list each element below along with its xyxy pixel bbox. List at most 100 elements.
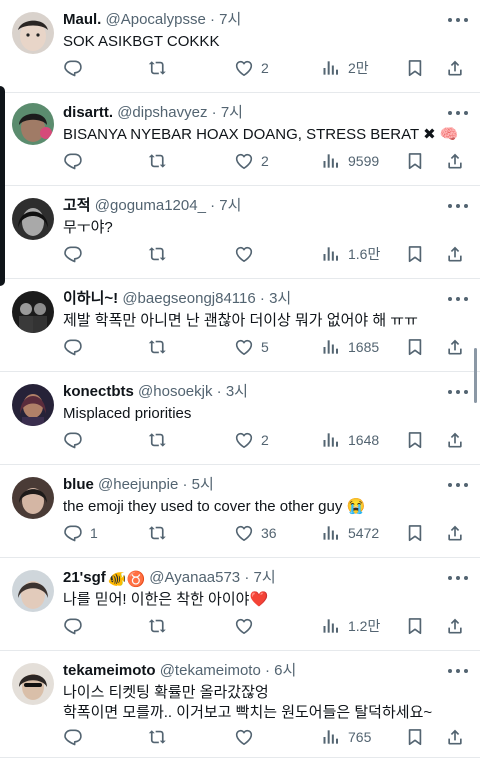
separator-dot: · <box>216 383 222 400</box>
retweet-button[interactable] <box>148 522 168 544</box>
user-handle[interactable]: @dipshavyez <box>117 104 207 121</box>
user-handle[interactable]: @goguma1204_ <box>95 197 206 214</box>
tweet[interactable]: Maul. @Apocalypsse · 7시 SOK ASIKBGT COKKK… <box>0 0 480 93</box>
views-button[interactable]: 1.2만 <box>321 615 380 637</box>
avatar[interactable] <box>12 477 54 519</box>
timestamp[interactable]: 5시 <box>192 476 214 493</box>
share-button[interactable] <box>445 57 465 79</box>
share-icon <box>445 727 465 747</box>
timestamp[interactable]: 7시 <box>254 569 276 586</box>
display-name[interactable]: blue <box>63 476 94 493</box>
scrollbar[interactable] <box>474 348 477 403</box>
avatar[interactable] <box>12 570 54 612</box>
more-icon[interactable] <box>448 291 468 307</box>
timestamp[interactable]: 7시 <box>219 197 241 214</box>
retweet-button[interactable] <box>148 150 168 172</box>
bookmark-button[interactable] <box>405 336 425 358</box>
more-icon[interactable] <box>448 198 468 214</box>
more-icon[interactable] <box>448 384 468 400</box>
user-handle[interactable]: @Ayanaa573 <box>149 569 240 586</box>
display-name[interactable]: Maul. <box>63 11 101 28</box>
user-handle[interactable]: @baegseongj84116 <box>122 290 255 307</box>
views-button[interactable]: 9599 <box>321 150 379 172</box>
retweet-button[interactable] <box>148 726 168 748</box>
timestamp[interactable]: 3시 <box>226 383 248 400</box>
share-button[interactable] <box>445 726 465 748</box>
share-button[interactable] <box>445 150 465 172</box>
display-name[interactable]: 21'sgf <box>63 569 106 586</box>
share-button[interactable] <box>445 615 465 637</box>
avatar[interactable] <box>12 103 54 145</box>
more-icon[interactable] <box>448 105 468 121</box>
share-button[interactable] <box>445 243 465 265</box>
share-button[interactable] <box>445 429 465 451</box>
views-button[interactable]: 1.6만 <box>321 243 380 265</box>
tweet[interactable]: tekameimoto @tekameimoto · 6시 나이스 티켓팅 확률만… <box>0 651 480 758</box>
bookmark-button[interactable] <box>405 243 425 265</box>
user-handle[interactable]: @hosoekjk <box>138 383 212 400</box>
avatar[interactable] <box>12 663 54 705</box>
avatar[interactable] <box>12 384 54 426</box>
display-name[interactable]: tekameimoto <box>63 662 156 679</box>
like-button[interactable]: 2 <box>234 57 269 79</box>
timestamp[interactable]: 7시 <box>221 104 243 121</box>
reply-button[interactable] <box>63 243 83 265</box>
like-button[interactable]: 2 <box>234 150 269 172</box>
reply-button[interactable]: 1 <box>63 522 98 544</box>
bookmark-button[interactable] <box>405 726 425 748</box>
bookmark-button[interactable] <box>405 615 425 637</box>
retweet-button[interactable] <box>148 57 168 79</box>
tweet[interactable]: blue @heejunpie · 5시 the emoji they used … <box>0 465 480 558</box>
more-icon[interactable] <box>448 12 468 28</box>
tweet[interactable]: 21'sgf 🐠♉ @Ayanaa573 · 7시 나를 믿어! 이한은 착한 아이… <box>0 558 480 651</box>
like-button[interactable] <box>234 726 254 748</box>
views-button[interactable]: 2만 <box>321 57 369 79</box>
bookmark-button[interactable] <box>405 150 425 172</box>
bookmark-button[interactable] <box>405 429 425 451</box>
views-button[interactable]: 5472 <box>321 522 379 544</box>
separator-dot: · <box>210 197 216 214</box>
bookmark-button[interactable] <box>405 57 425 79</box>
reply-button[interactable] <box>63 615 83 637</box>
timestamp[interactable]: 6시 <box>274 662 296 679</box>
tweet[interactable]: konectbts @hosoekjk · 3시 Misplaced priori… <box>0 372 480 465</box>
retweet-button[interactable] <box>148 615 168 637</box>
avatar[interactable] <box>12 198 54 240</box>
display-name[interactable]: 고적 <box>63 197 91 214</box>
like-button[interactable] <box>234 243 254 265</box>
more-icon[interactable] <box>448 570 468 586</box>
share-button[interactable] <box>445 522 465 544</box>
user-handle[interactable]: @Apocalypsse <box>106 11 206 28</box>
views-button[interactable]: 1648 <box>321 429 379 451</box>
tweet[interactable]: disartt. @dipshavyez · 7시 BISANYA NYEBAR … <box>0 93 480 186</box>
share-button[interactable] <box>445 336 465 358</box>
reply-button[interactable] <box>63 429 83 451</box>
display-name[interactable]: disartt. <box>63 104 113 121</box>
like-button[interactable]: 36 <box>234 522 277 544</box>
retweet-button[interactable] <box>148 336 168 358</box>
avatar[interactable] <box>12 291 54 333</box>
timestamp[interactable]: 3시 <box>269 290 291 307</box>
views-button[interactable]: 1685 <box>321 336 379 358</box>
reply-button[interactable] <box>63 336 83 358</box>
user-handle[interactable]: @heejunpie <box>98 476 178 493</box>
more-icon[interactable] <box>448 663 468 679</box>
more-icon[interactable] <box>448 477 468 493</box>
views-button[interactable]: 765 <box>321 726 371 748</box>
timestamp[interactable]: 7시 <box>219 11 241 28</box>
reply-button[interactable] <box>63 57 83 79</box>
reply-button[interactable] <box>63 150 83 172</box>
bookmark-button[interactable] <box>405 522 425 544</box>
tweet[interactable]: 고적 @goguma1204_ · 7시 무ㅜ야? 1.6만 <box>0 186 480 279</box>
like-button[interactable] <box>234 615 254 637</box>
display-name[interactable]: konectbts <box>63 383 134 400</box>
like-button[interactable]: 5 <box>234 336 269 358</box>
avatar[interactable] <box>12 12 54 54</box>
like-button[interactable]: 2 <box>234 429 269 451</box>
display-name[interactable]: 이하니~! <box>63 290 118 307</box>
retweet-button[interactable] <box>148 243 168 265</box>
tweet[interactable]: 이하니~! @baegseongj84116 · 3시 제발 학폭만 아니면 난 … <box>0 279 480 372</box>
user-handle[interactable]: @tekameimoto <box>160 662 261 679</box>
retweet-button[interactable] <box>148 429 168 451</box>
reply-button[interactable] <box>63 726 83 748</box>
